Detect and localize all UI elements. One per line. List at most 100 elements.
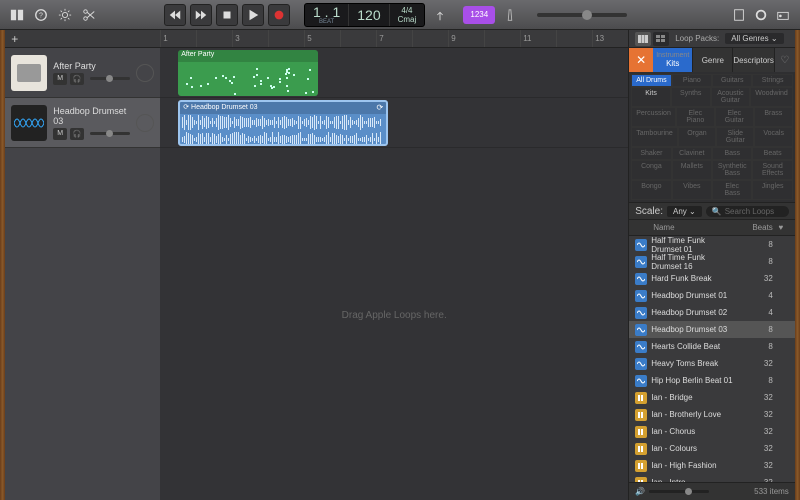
loop-item[interactable]: Ian - Intro32 [629,474,795,482]
scale-select[interactable]: Any ⌄ [667,206,702,217]
loop-item[interactable]: Ian - Bridge32 [629,389,795,406]
settings-icon[interactable] [56,6,74,24]
track-lane[interactable]: After Party [160,48,628,98]
category-cell[interactable]: Guitars [712,74,752,87]
category-cell[interactable]: Shaker [631,147,671,160]
category-cell[interactable]: Conga [631,160,671,180]
midi-region[interactable]: After Party [178,50,318,96]
close-filter-button[interactable]: ✕ [629,48,653,72]
category-cell[interactable]: Bongo [631,180,671,200]
lcd-display[interactable]: 1 . 1BEAT 120 4/4Cmaj [304,3,425,27]
track-volume-slider[interactable] [90,132,130,135]
ruler-mark[interactable]: 11 [520,30,556,47]
category-cell[interactable]: Vibes [672,180,712,200]
track-header[interactable]: After PartyM🎧 [5,48,160,98]
category-cell[interactable]: Bass [712,147,752,160]
category-cell[interactable]: Synthetic Bass [712,160,752,180]
loop-item[interactable]: Ian - Brotherly Love32 [629,406,795,423]
category-cell[interactable]: Elec Piano [676,107,715,127]
ruler-mark[interactable]: 3 [232,30,268,47]
category-cell[interactable]: Beats [752,147,792,160]
category-cell[interactable]: Kits [631,87,671,107]
loop-item[interactable]: Ian - Colours32 [629,440,795,457]
scissors-icon[interactable] [80,6,98,24]
loop-list[interactable]: Half Time Funk Drumset 018Half Time Funk… [629,236,795,482]
metronome-icon[interactable] [501,6,519,24]
loop-item[interactable]: Heavy Toms Break32 [629,355,795,372]
column-favorite[interactable]: ♥ [773,223,789,232]
ruler-mark[interactable]: 1 [160,30,196,47]
category-cell[interactable]: Synths [671,87,711,107]
preview-volume-slider[interactable] [649,490,709,493]
add-track-button[interactable]: + [11,32,25,46]
loop-item[interactable]: Headbop Drumset 024 [629,304,795,321]
loop-item[interactable]: Ian - High Fashion32 [629,457,795,474]
search-input[interactable]: 🔍Search Loops [706,206,789,217]
loop-item[interactable]: Headbop Drumset 038 [629,321,795,338]
headphone-button[interactable]: 🎧 [70,128,84,140]
column-name[interactable]: Name [635,223,737,232]
ruler-mark[interactable]: 7 [376,30,412,47]
loop-item[interactable]: Headbop Drumset 014 [629,287,795,304]
column-view-button[interactable] [635,32,651,46]
stop-button[interactable] [216,4,238,26]
category-cell[interactable]: Brass [754,107,793,127]
track-lane[interactable]: ⟳ Headbop Drumset 03⟳ [160,98,628,148]
category-cell[interactable]: Piano [672,74,712,87]
audio-region[interactable]: ⟳ Headbop Drumset 03⟳ [178,100,388,146]
ruler-mark[interactable] [268,30,304,47]
track-header[interactable]: Headbop Drumset 03M🎧 [5,98,160,148]
category-cell[interactable]: Organ [678,127,716,147]
ruler-mark[interactable] [340,30,376,47]
rewind-button[interactable] [164,4,186,26]
tab-genre[interactable]: Genre [693,48,733,72]
category-cell[interactable]: Vocals [754,127,792,147]
track-volume-slider[interactable] [90,77,130,80]
category-cell[interactable]: Mallets [672,160,712,180]
forward-button[interactable] [190,4,212,26]
loop-item[interactable]: Hip Hop Berlin Beat 018 [629,372,795,389]
notepad-button[interactable] [730,6,748,24]
category-cell[interactable]: Jingles [752,180,792,200]
loop-item[interactable]: Half Time Funk Drumset 018 [629,236,795,253]
button-view-button[interactable] [653,32,669,46]
ruler-mark[interactable]: 13 [592,30,628,47]
library-button[interactable] [8,6,26,24]
play-button[interactable] [242,4,264,26]
category-cell[interactable]: All Drums [631,74,671,87]
category-cell[interactable]: Tambourine [631,127,678,147]
pan-knob[interactable] [136,64,154,82]
category-cell[interactable]: Woodwind [750,87,793,107]
category-cell[interactable]: Elec Guitar [715,107,754,127]
ruler-mark[interactable] [484,30,520,47]
mute-button[interactable]: M [53,128,67,140]
category-cell[interactable]: Slide Guitar [716,127,754,147]
bar-ruler[interactable]: 135791113 [160,30,628,48]
category-cell[interactable]: Acoustic Guitar [711,87,751,107]
category-cell[interactable]: Strings [752,74,792,87]
loop-item[interactable]: Hearts Collide Beat8 [629,338,795,355]
tab-descriptors[interactable]: Descriptors [733,48,774,72]
column-beats[interactable]: Beats [737,223,773,232]
tuner-icon[interactable] [431,6,449,24]
ruler-mark[interactable]: 5 [304,30,340,47]
category-cell[interactable]: Clavinet [672,147,712,160]
category-cell[interactable]: Percussion [631,107,676,127]
loop-item[interactable]: Hard Funk Break32 [629,270,795,287]
pan-knob[interactable] [136,114,154,132]
count-in-button[interactable]: 1234 [463,6,495,24]
record-button[interactable] [268,4,290,26]
ruler-mark[interactable] [556,30,592,47]
tab-instrument[interactable]: InstrumentKits [653,48,693,72]
ruler-mark[interactable] [196,30,232,47]
mute-button[interactable]: M [53,73,67,85]
quick-help-button[interactable]: ? [32,6,50,24]
arrange-area[interactable]: 135791113 After Party ⟳ Headbop Drumset … [160,30,628,500]
loop-packs-select[interactable]: All Genres ⌄ [725,33,783,44]
headphone-button[interactable]: 🎧 [70,73,84,85]
ruler-mark[interactable]: 9 [448,30,484,47]
master-volume-slider[interactable] [537,13,627,17]
favorites-button[interactable]: ♡ [775,48,795,72]
media-browser-button[interactable] [774,6,792,24]
category-cell[interactable]: Elec Bass [712,180,752,200]
